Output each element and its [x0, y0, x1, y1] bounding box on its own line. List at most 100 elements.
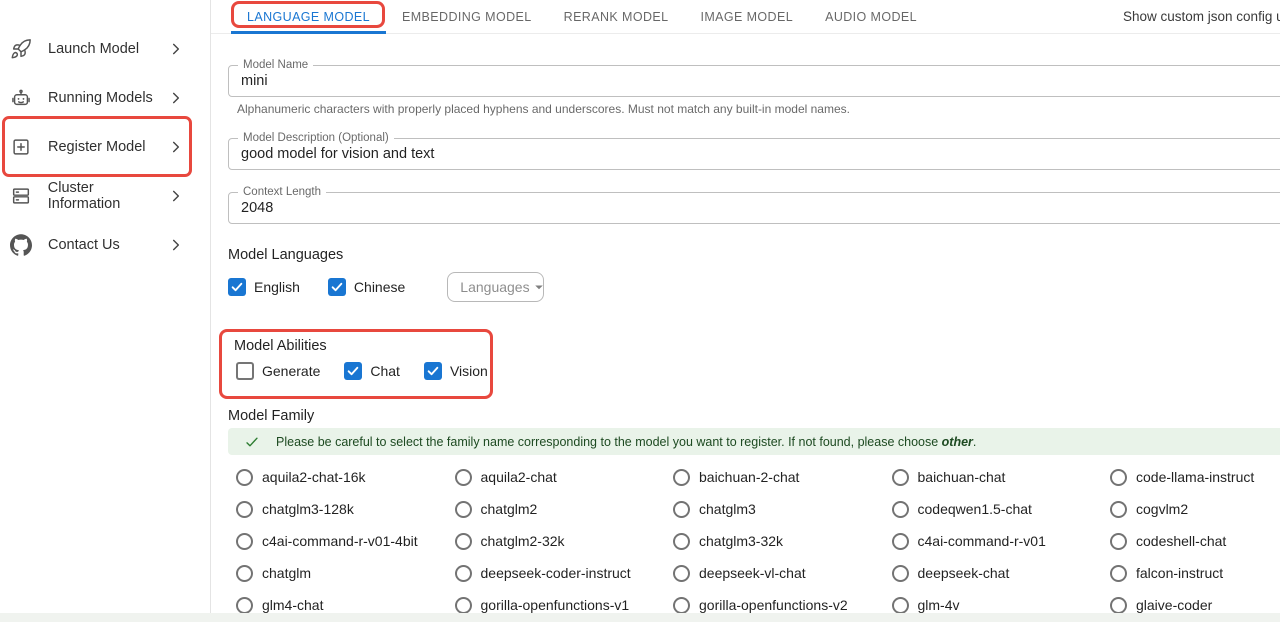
radio-icon: [892, 469, 909, 486]
sidebar-item-label: Cluster Information: [48, 180, 169, 212]
model-family-label: Model Family: [228, 408, 1280, 424]
context-length-input[interactable]: [241, 200, 1241, 216]
tab-label: AUDIO MODEL: [825, 10, 917, 24]
radio-option-deepseek-vl-chat[interactable]: deepseek-vl-chat: [665, 557, 884, 589]
tab-rerank-model[interactable]: RERANK MODEL: [548, 0, 685, 34]
model-abilities-label: Model Abilities: [234, 338, 490, 354]
checkbox-vision[interactable]: Vision: [424, 362, 488, 380]
sidebar-item-running-models[interactable]: Running Models: [0, 73, 210, 122]
radio-option-codeshell-chat[interactable]: codeshell-chat: [1102, 525, 1280, 557]
radio-icon: [455, 469, 472, 486]
radio-option-chatglm3-32k[interactable]: chatglm3-32k: [665, 525, 884, 557]
model-languages-row: English Chinese Languages: [228, 272, 1280, 302]
radio-option-chatglm2-32k[interactable]: chatglm2-32k: [447, 525, 666, 557]
notice-text: Please be careful to select the family n…: [276, 435, 976, 449]
context-length-field: Context Length: [228, 192, 1280, 224]
server-stack-icon: [9, 184, 33, 208]
radio-option-chatglm3[interactable]: chatglm3: [665, 493, 884, 525]
caret-down-icon: [530, 278, 548, 296]
radio-option-aquila2-chat[interactable]: aquila2-chat: [447, 461, 666, 493]
radio-icon: [673, 501, 690, 518]
sidebar-item-label: Contact Us: [48, 237, 120, 253]
horizontal-scrollbar[interactable]: [0, 613, 1280, 622]
sidebar-item-contact-us[interactable]: Contact Us: [0, 220, 210, 269]
checkbox-chinese[interactable]: Chinese: [328, 278, 405, 296]
chevron-right-icon: [169, 140, 183, 154]
sidebar-item-launch-model[interactable]: Launch Model: [0, 24, 210, 73]
tab-label: EMBEDDING MODEL: [402, 10, 532, 24]
sidebar-item-label: Launch Model: [48, 41, 139, 57]
rocket-icon: [9, 37, 33, 61]
model-family-notice: Please be careful to select the family n…: [228, 428, 1280, 455]
show-config-link[interactable]: Show custom json config used b: [1123, 0, 1280, 33]
chevron-right-icon: [169, 189, 183, 203]
tab-label: IMAGE MODEL: [700, 10, 793, 24]
radio-icon: [892, 565, 909, 582]
radio-option-baichuan-2-chat[interactable]: baichuan-2-chat: [665, 461, 884, 493]
plus-square-icon: [9, 135, 33, 159]
chevron-right-icon: [169, 42, 183, 56]
model-description-input[interactable]: [241, 146, 1241, 162]
radio-icon: [236, 565, 253, 582]
radio-icon: [673, 533, 690, 550]
tab-audio-model[interactable]: AUDIO MODEL: [809, 0, 933, 34]
radio-option-c4ai-command-r-v01[interactable]: c4ai-command-r-v01: [884, 525, 1103, 557]
radio-icon: [892, 501, 909, 518]
register-model-form: Model Name Alphanumeric characters with …: [211, 65, 1280, 621]
radio-icon: [673, 565, 690, 582]
checkbox-generate[interactable]: Generate: [236, 362, 320, 380]
tab-embedding-model[interactable]: EMBEDDING MODEL: [386, 0, 548, 34]
radio-option-aquila2-chat-16k[interactable]: aquila2-chat-16k: [228, 461, 447, 493]
tab-language-model[interactable]: LANGUAGE MODEL: [231, 0, 386, 34]
radio-option-deepseek-coder-instruct[interactable]: deepseek-coder-instruct: [447, 557, 666, 589]
radio-option-codeqwen1.5-chat[interactable]: codeqwen1.5-chat: [884, 493, 1103, 525]
radio-option-c4ai-command-r-v01-4bit[interactable]: c4ai-command-r-v01-4bit: [228, 525, 447, 557]
sidebar: Launch Model Running Models: [0, 0, 211, 622]
radio-option-falcon-instruct[interactable]: falcon-instruct: [1102, 557, 1280, 589]
checkbox-checked-icon: [344, 362, 362, 380]
checkbox-checked-icon: [228, 278, 246, 296]
chevron-right-icon: [169, 91, 183, 105]
model-languages-label: Model Languages: [228, 247, 1280, 263]
radio-option-baichuan-chat[interactable]: baichuan-chat: [884, 461, 1103, 493]
sidebar-item-register-model[interactable]: Register Model: [0, 122, 210, 171]
model-name-input[interactable]: [241, 73, 1241, 89]
radio-icon: [673, 469, 690, 486]
radio-icon: [673, 597, 690, 614]
model-abilities-row: Generate Chat Vision: [236, 362, 490, 380]
sidebar-item-cluster-information[interactable]: Cluster Information: [0, 171, 210, 220]
radio-option-cogvlm2[interactable]: cogvlm2: [1102, 493, 1280, 525]
radio-option-code-llama-instruct[interactable]: code-llama-instruct: [1102, 461, 1280, 493]
radio-icon: [1110, 501, 1127, 518]
sidebar-item-label: Running Models: [48, 90, 153, 106]
radio-icon: [892, 533, 909, 550]
context-length-label: Context Length: [238, 185, 326, 199]
checkbox-checked-icon: [424, 362, 442, 380]
checkbox-chat[interactable]: Chat: [344, 362, 400, 380]
model-description-label: Model Description (Optional): [238, 131, 394, 145]
model-description-field: Model Description (Optional): [228, 138, 1280, 170]
radio-icon: [455, 501, 472, 518]
radio-icon: [1110, 469, 1127, 486]
radio-option-chatglm[interactable]: chatglm: [228, 557, 447, 589]
radio-icon: [1110, 565, 1127, 582]
tab-image-model[interactable]: IMAGE MODEL: [684, 0, 809, 34]
model-name-field: Model Name: [228, 65, 1280, 97]
main-panel: LANGUAGE MODEL EMBEDDING MODEL RERANK MO…: [211, 0, 1280, 622]
chevron-right-icon: [169, 238, 183, 252]
radio-icon: [236, 597, 253, 614]
model-name-label: Model Name: [238, 58, 313, 72]
topbar: LANGUAGE MODEL EMBEDDING MODEL RERANK MO…: [211, 0, 1280, 34]
radio-option-chatglm2[interactable]: chatglm2: [447, 493, 666, 525]
radio-option-deepseek-chat[interactable]: deepseek-chat: [884, 557, 1103, 589]
checkbox-unchecked-icon: [236, 362, 254, 380]
radio-option-chatglm3-128k[interactable]: chatglm3-128k: [228, 493, 447, 525]
app-root: Launch Model Running Models: [0, 0, 1280, 622]
languages-select[interactable]: Languages: [447, 272, 544, 302]
radio-icon: [455, 533, 472, 550]
radio-icon: [455, 597, 472, 614]
checkbox-checked-icon: [328, 278, 346, 296]
radio-icon: [236, 469, 253, 486]
radio-icon: [1110, 597, 1127, 614]
checkbox-english[interactable]: English: [228, 278, 300, 296]
